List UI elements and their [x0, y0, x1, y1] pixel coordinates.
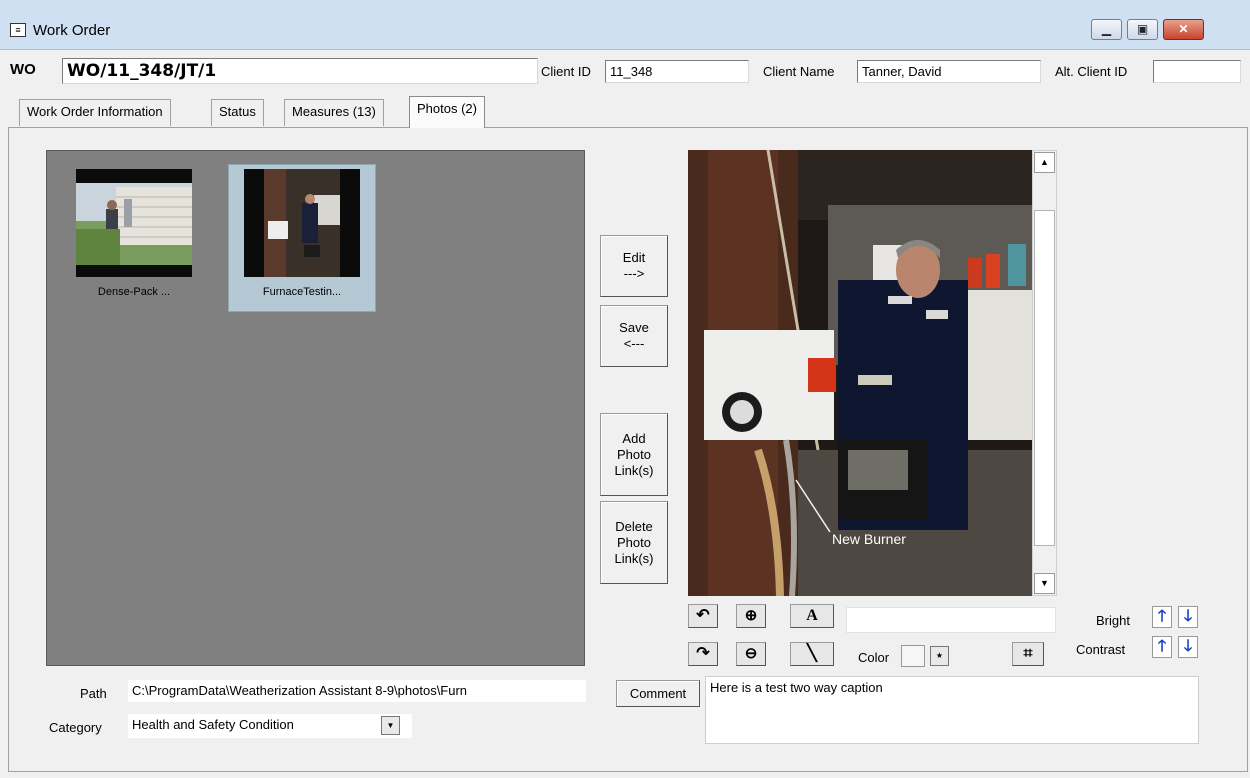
- scrollbar-thumb[interactable]: [1034, 210, 1055, 546]
- alt-client-id-field[interactable]: [1153, 60, 1241, 83]
- restore-icon[interactable]: ▣: [1127, 19, 1158, 40]
- chevron-down-icon[interactable]: ▼: [381, 716, 400, 735]
- alt-client-id-label: Alt. Client ID: [1055, 64, 1128, 79]
- line-tool-icon[interactable]: ╲: [790, 642, 834, 666]
- edit-button[interactable]: Edit --->: [600, 235, 668, 297]
- delete-button-line: Photo: [617, 534, 651, 550]
- wo-number-field[interactable]: WO/11_348/JT/1: [62, 58, 538, 84]
- caption-text-field[interactable]: [846, 607, 1056, 633]
- window-title: Work Order: [33, 22, 111, 39]
- minimize-icon[interactable]: ▁: [1091, 19, 1122, 40]
- path-field[interactable]: C:\ProgramData\Weatherization Assistant …: [128, 680, 586, 702]
- client-name-label: Client Name: [763, 64, 835, 79]
- category-select[interactable]: Health and Safety Condition: [128, 714, 412, 738]
- bright-label: Bright: [1096, 613, 1130, 628]
- text-tool-icon[interactable]: A: [790, 604, 834, 628]
- bright-up-icon[interactable]: 🡑: [1152, 606, 1172, 628]
- save-button-label: Save: [619, 320, 649, 335]
- contrast-label: Contrast: [1076, 642, 1126, 657]
- zoom-in-icon[interactable]: ⊕: [736, 604, 766, 628]
- zoom-out-icon[interactable]: ⊖: [736, 642, 766, 666]
- save-button[interactable]: Save <---: [600, 305, 668, 367]
- wo-label: WO: [10, 61, 36, 78]
- color-picker-icon[interactable]: ★: [930, 646, 949, 666]
- edit-button-arrow: --->: [623, 266, 645, 281]
- contrast-down-icon[interactable]: 🡓: [1178, 636, 1198, 658]
- comment-button[interactable]: Comment: [616, 680, 700, 707]
- add-button-line: Photo: [617, 446, 651, 462]
- photo-viewer[interactable]: [688, 150, 1032, 596]
- photo-thumbnail[interactable]: [76, 169, 192, 277]
- title-bar: [0, 0, 1250, 50]
- scroll-down-icon[interactable]: ▼: [1034, 573, 1055, 594]
- edit-button-label: Edit: [622, 250, 646, 265]
- tab-measures[interactable]: Measures (13): [284, 99, 384, 126]
- photo-thumbnail-selected[interactable]: [244, 169, 360, 277]
- crop-icon[interactable]: ⌗: [1012, 642, 1044, 666]
- tab-work-order-information[interactable]: Work Order Information: [19, 99, 171, 126]
- path-label: Path: [80, 686, 107, 701]
- rotate-right-icon[interactable]: ↷: [688, 642, 718, 666]
- rotate-left-icon[interactable]: ↶: [688, 604, 718, 628]
- scroll-up-icon[interactable]: ▲: [1034, 152, 1055, 173]
- bright-down-icon[interactable]: 🡓: [1178, 606, 1198, 628]
- add-button-line: Link(s): [614, 462, 654, 478]
- form-icon: ≡: [10, 23, 26, 37]
- delete-button-line: Link(s): [614, 550, 654, 566]
- contrast-up-icon[interactable]: 🡑: [1152, 636, 1172, 658]
- color-swatch[interactable]: [901, 645, 925, 667]
- delete-photo-link-button[interactable]: Delete Photo Link(s): [600, 501, 668, 584]
- add-photo-link-button[interactable]: Add Photo Link(s): [600, 413, 668, 496]
- tab-status[interactable]: Status: [211, 99, 264, 126]
- thumbnail-caption: Dense-Pack ...: [97, 286, 171, 298]
- save-button-arrow: <---: [623, 336, 645, 351]
- client-id-field[interactable]: 11_348: [605, 60, 749, 83]
- client-id-label: Client ID: [541, 64, 591, 79]
- add-button-line: Add: [622, 430, 646, 446]
- color-label: Color: [858, 650, 890, 665]
- client-name-field[interactable]: Tanner, David: [857, 60, 1041, 83]
- thumbnail-caption: FurnaceTestin...: [262, 286, 342, 298]
- tab-photos[interactable]: Photos (2): [409, 96, 485, 128]
- delete-button-line: Delete: [615, 518, 653, 534]
- close-icon[interactable]: ✕: [1163, 19, 1204, 40]
- comment-field[interactable]: Here is a test two way caption: [705, 676, 1199, 744]
- photo-annotation-label[interactable]: New Burner: [832, 531, 906, 547]
- category-label: Category: [49, 720, 102, 735]
